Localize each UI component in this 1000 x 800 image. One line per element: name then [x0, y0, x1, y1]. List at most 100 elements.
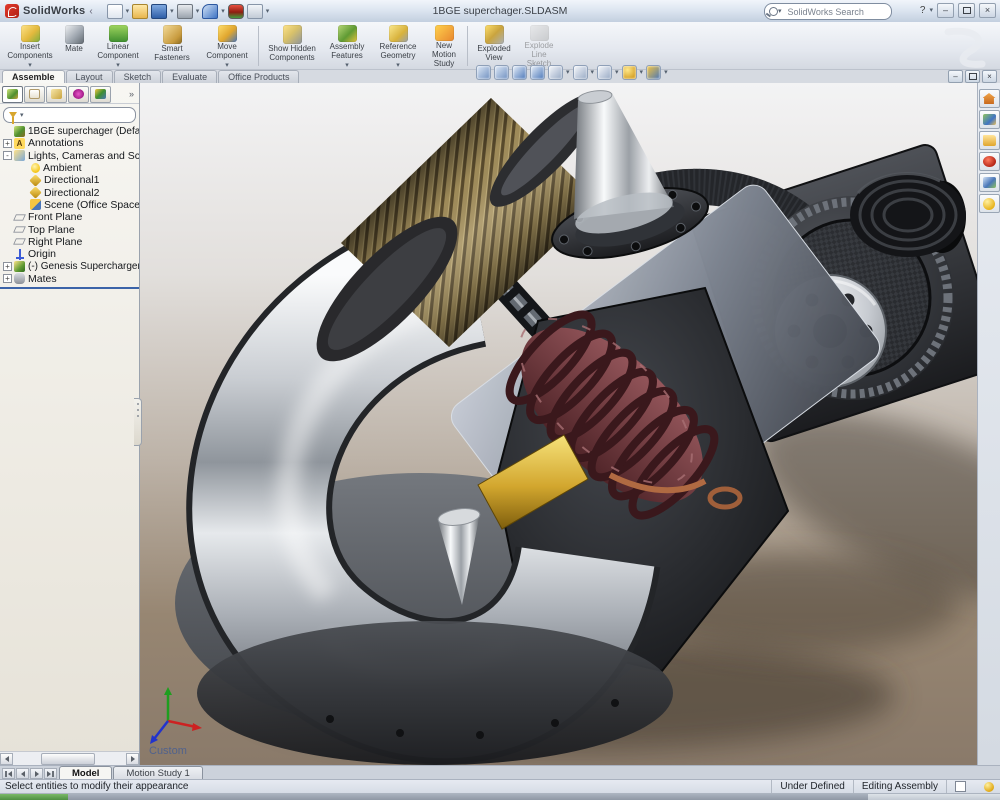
zoom-area-icon[interactable] [494, 65, 509, 80]
tree-item-genesis-supercharger[interactable]: + (-) Genesis Supercharger Final [0, 260, 139, 272]
options-dropdown-icon[interactable]: ▾ [266, 8, 270, 15]
design-library-button[interactable] [979, 110, 1000, 129]
zoom-fit-icon[interactable] [476, 65, 491, 80]
apply-scene-dropdown-icon[interactable]: ▾ [664, 69, 668, 76]
edit-appearance-dropdown-icon[interactable]: ▾ [640, 69, 644, 76]
tab-sketch[interactable]: Sketch [114, 70, 162, 83]
tree-item-annotations[interactable]: + A Annotations [0, 137, 139, 149]
new-document-icon[interactable] [107, 4, 123, 19]
dimxpertmanager-tab[interactable] [68, 86, 89, 103]
featuremanager-tree-tab[interactable] [2, 86, 23, 103]
tree-item-right-plane[interactable]: Right Plane [0, 236, 139, 248]
scroll-thumb[interactable] [41, 753, 95, 765]
expand-toggle[interactable]: + [3, 274, 12, 283]
scroll-left-button[interactable] [0, 753, 13, 765]
tree-item-assembly-root[interactable]: 1BGE superchager (Default<Displa [0, 125, 139, 137]
tree-item-directional1[interactable]: Directional1 [0, 174, 139, 186]
previous-view-icon[interactable] [512, 65, 527, 80]
apply-scene-icon[interactable] [646, 65, 661, 80]
tab-layout[interactable]: Layout [66, 70, 113, 83]
tree-item-front-plane[interactable]: Front Plane [0, 211, 139, 223]
tree-item-origin[interactable]: Origin [0, 248, 139, 260]
next-tab-button[interactable] [30, 768, 43, 779]
propertymanager-tab[interactable] [24, 86, 45, 103]
tree-item-mates[interactable]: + Mates [0, 273, 139, 285]
tree-item-ambient[interactable]: Ambient [0, 162, 139, 174]
smart-fasteners-button[interactable]: Smart Fasteners [145, 23, 199, 69]
tab-motion-study-1[interactable]: Motion Study 1 [113, 766, 202, 780]
tab-assemble[interactable]: Assemble [2, 70, 65, 83]
view-orientation-dropdown-icon[interactable]: ▾ [566, 69, 570, 76]
save-icon[interactable] [151, 4, 167, 19]
search-results-button[interactable] [979, 152, 1000, 171]
filter-dropdown-icon[interactable]: ▾ [20, 112, 24, 119]
mate-button[interactable]: Mate [57, 23, 91, 69]
linear-component-dropdown-icon[interactable]: ▾ [116, 62, 120, 69]
doc-minimize-button[interactable]: – [948, 70, 963, 83]
linear-component-button[interactable]: Linear Component ▾ [91, 23, 145, 69]
display-style-dropdown-icon[interactable]: ▾ [591, 69, 595, 76]
assembly-features-dropdown-icon[interactable]: ▾ [345, 62, 349, 69]
tab-evaluate[interactable]: Evaluate [162, 70, 217, 83]
new-motion-study-button[interactable]: New Motion Study [424, 23, 464, 69]
doc-restore-button[interactable] [965, 70, 980, 83]
tree-item-directional2[interactable]: Directional2 [0, 186, 139, 198]
minimize-button[interactable]: – [937, 3, 954, 18]
first-tab-button[interactable] [2, 768, 15, 779]
view-palette-button[interactable] [979, 173, 1000, 192]
close-button[interactable]: × [979, 3, 996, 18]
expand-toggle[interactable]: + [3, 262, 12, 271]
reference-geometry-button[interactable]: Reference Geometry ▾ [372, 23, 424, 69]
doc-close-button[interactable]: × [982, 70, 997, 83]
restore-button[interactable] [958, 3, 975, 18]
tree-horizontal-scrollbar[interactable] [0, 751, 139, 765]
reference-geometry-dropdown-icon[interactable]: ▾ [396, 62, 400, 69]
assembly-features-button[interactable]: Assembly Features ▾ [322, 23, 372, 69]
menu-collapse-chevron-icon[interactable]: ‹ [89, 6, 92, 17]
hide-show-items-icon[interactable] [597, 65, 612, 80]
undo-icon[interactable] [202, 4, 218, 19]
hide-show-items-dropdown-icon[interactable]: ▾ [615, 69, 619, 76]
start-button[interactable] [0, 794, 68, 800]
help-button[interactable]: ? [920, 5, 926, 16]
help-dropdown-icon[interactable]: ▾ [929, 7, 933, 14]
viewport[interactable]: Custom [140, 83, 977, 765]
tree-item-lights-cameras-scene[interactable]: - Lights, Cameras and Scene [0, 150, 139, 162]
displaymanager-tab[interactable] [90, 86, 111, 103]
solidworks-search-box[interactable]: ▾ [764, 3, 892, 20]
last-tab-button[interactable] [44, 768, 57, 779]
show-hidden-components-button[interactable]: Show Hidden Components [262, 23, 322, 69]
exploded-view-button[interactable]: Exploded View [471, 23, 517, 69]
scroll-right-button[interactable] [126, 753, 139, 765]
tab-office-products[interactable]: Office Products [218, 70, 299, 83]
quick-tips-checkbox[interactable] [955, 781, 966, 792]
move-component-dropdown-icon[interactable]: ▾ [225, 62, 229, 69]
display-style-icon[interactable] [573, 65, 588, 80]
print-dropdown-icon[interactable]: ▾ [196, 8, 200, 15]
open-icon[interactable] [132, 4, 148, 19]
search-dropdown-icon[interactable]: ▾ [778, 8, 782, 15]
view-orientation-icon[interactable] [548, 65, 563, 80]
insert-components-button[interactable]: Insert Components ▾ [3, 23, 57, 69]
search-input[interactable] [786, 6, 887, 18]
tree-item-scene[interactable]: Scene (Office Space) [0, 199, 139, 211]
undo-dropdown-icon[interactable]: ▾ [221, 8, 225, 15]
edit-appearance-icon[interactable] [622, 65, 637, 80]
collapse-toggle[interactable]: - [3, 151, 12, 160]
prev-tab-button[interactable] [16, 768, 29, 779]
section-view-icon[interactable] [530, 65, 545, 80]
file-explorer-button[interactable] [979, 131, 1000, 150]
tree-filter-box[interactable]: ▾ [3, 107, 136, 123]
solidworks-resources-button[interactable] [979, 89, 1000, 108]
tab-overflow-chevron[interactable]: » [129, 89, 137, 99]
new-dropdown-icon[interactable]: ▾ [126, 8, 130, 15]
tree-pane-splitter[interactable] [0, 287, 139, 289]
tree-item-top-plane[interactable]: Top Plane [0, 223, 139, 235]
tab-model[interactable]: Model [59, 766, 112, 780]
options-icon[interactable] [247, 4, 263, 19]
panel-splitter-handle[interactable] [134, 398, 142, 446]
insert-components-dropdown-icon[interactable]: ▾ [28, 62, 32, 69]
save-dropdown-icon[interactable]: ▾ [170, 8, 174, 15]
configurationmanager-tab[interactable] [46, 86, 67, 103]
appearances-button[interactable] [979, 194, 1000, 213]
